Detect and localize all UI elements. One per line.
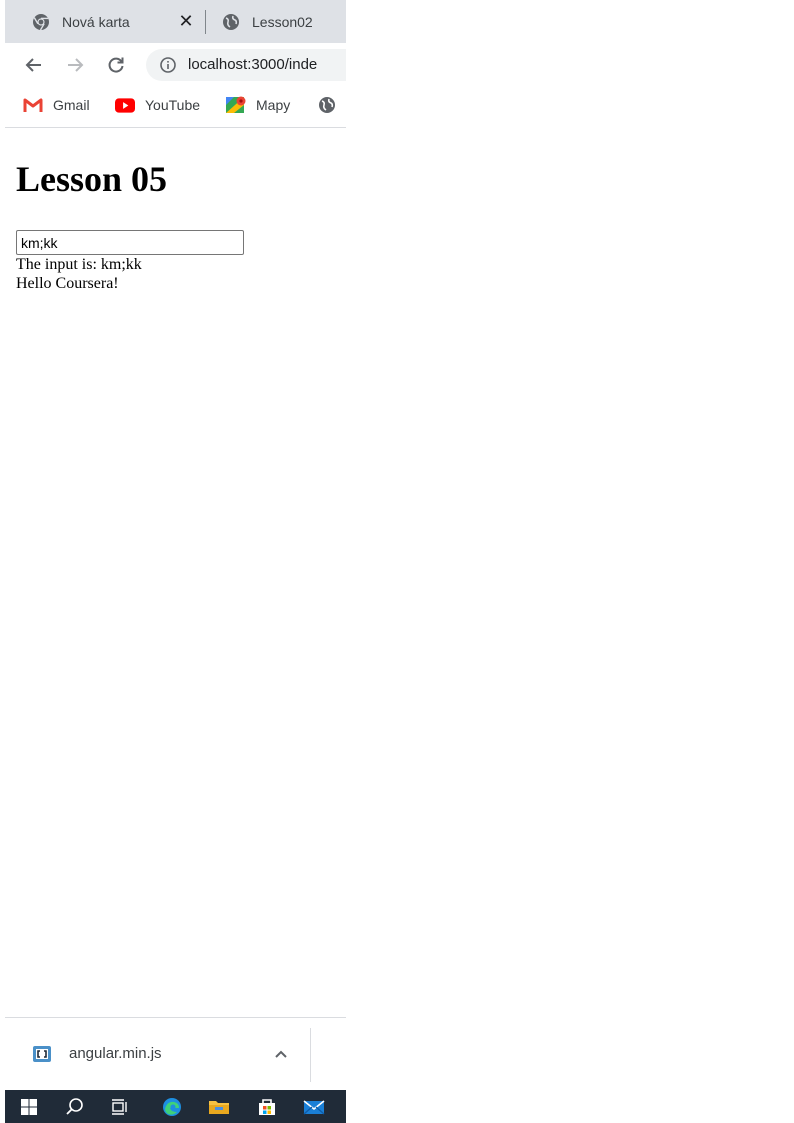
bookmark-label: Mapy — [256, 97, 291, 113]
maps-icon — [226, 96, 246, 113]
bookmark-youtube[interactable]: YouTube — [115, 87, 200, 123]
bookmark-label: YouTube — [145, 97, 201, 113]
close-icon[interactable]: ✕ — [176, 11, 196, 31]
tab-label: Lesson02 — [252, 13, 313, 30]
text-input[interactable] — [16, 230, 244, 255]
page-content: Lesson 05 The input is: km;kk Hello Cour… — [5, 128, 346, 1017]
download-bar: angular.min.js — [5, 1017, 346, 1091]
file-explorer-icon[interactable] — [208, 1096, 230, 1118]
edge-icon[interactable] — [161, 1096, 183, 1118]
tab-lesson02[interactable]: Lesson02 — [210, 0, 346, 43]
page-title: Lesson 05 — [16, 159, 168, 199]
bookmark-label: Gmail — [53, 97, 90, 113]
gmail-icon — [23, 97, 43, 113]
js-file-icon[interactable] — [32, 1045, 52, 1063]
reload-button[interactable] — [103, 52, 129, 78]
back-button[interactable] — [21, 52, 47, 78]
info-icon[interactable] — [159, 56, 177, 74]
download-filename[interactable]: angular.min.js — [69, 1045, 162, 1062]
download-separator — [310, 1028, 311, 1082]
tab-separator — [205, 10, 206, 34]
arrow-left-icon — [25, 58, 41, 72]
youtube-icon — [115, 97, 135, 113]
bookmark-more[interactable] — [317, 87, 346, 123]
reload-icon — [108, 57, 124, 73]
taskbar — [5, 1090, 346, 1123]
toolbar: localhost:3000/inde — [5, 43, 346, 87]
windows-start-icon[interactable] — [18, 1096, 40, 1118]
tab-label: Nová karta — [62, 13, 130, 30]
browser-window: Nová karta ✕ Lesson02 localhost:3000/ind… — [5, 0, 346, 1123]
input-echo-text: The input is: km;kk — [16, 256, 142, 273]
bookmarks-bar: Gmail YouTube Mapy — [5, 87, 346, 128]
chrome-icon — [32, 13, 50, 31]
bookmark-mapy[interactable]: Mapy — [226, 87, 290, 123]
tab-new-tab[interactable]: Nová karta ✕ — [5, 0, 205, 43]
mail-icon[interactable] — [303, 1096, 325, 1118]
globe-icon — [222, 13, 240, 31]
greeting-text: Hello Coursera! — [16, 275, 119, 292]
chevron-up-icon[interactable] — [271, 1044, 291, 1064]
tab-strip: Nová karta ✕ Lesson02 — [5, 0, 346, 43]
forward-button[interactable] — [62, 52, 88, 78]
search-icon[interactable] — [64, 1096, 86, 1118]
arrow-right-icon — [68, 58, 84, 72]
url-text: localhost:3000/inde — [188, 56, 318, 73]
store-icon[interactable] — [256, 1096, 278, 1118]
globe-icon — [317, 97, 337, 113]
bookmark-gmail[interactable]: Gmail — [23, 87, 90, 123]
task-view-icon[interactable] — [109, 1096, 131, 1118]
address-bar[interactable]: localhost:3000/inde — [146, 49, 346, 81]
